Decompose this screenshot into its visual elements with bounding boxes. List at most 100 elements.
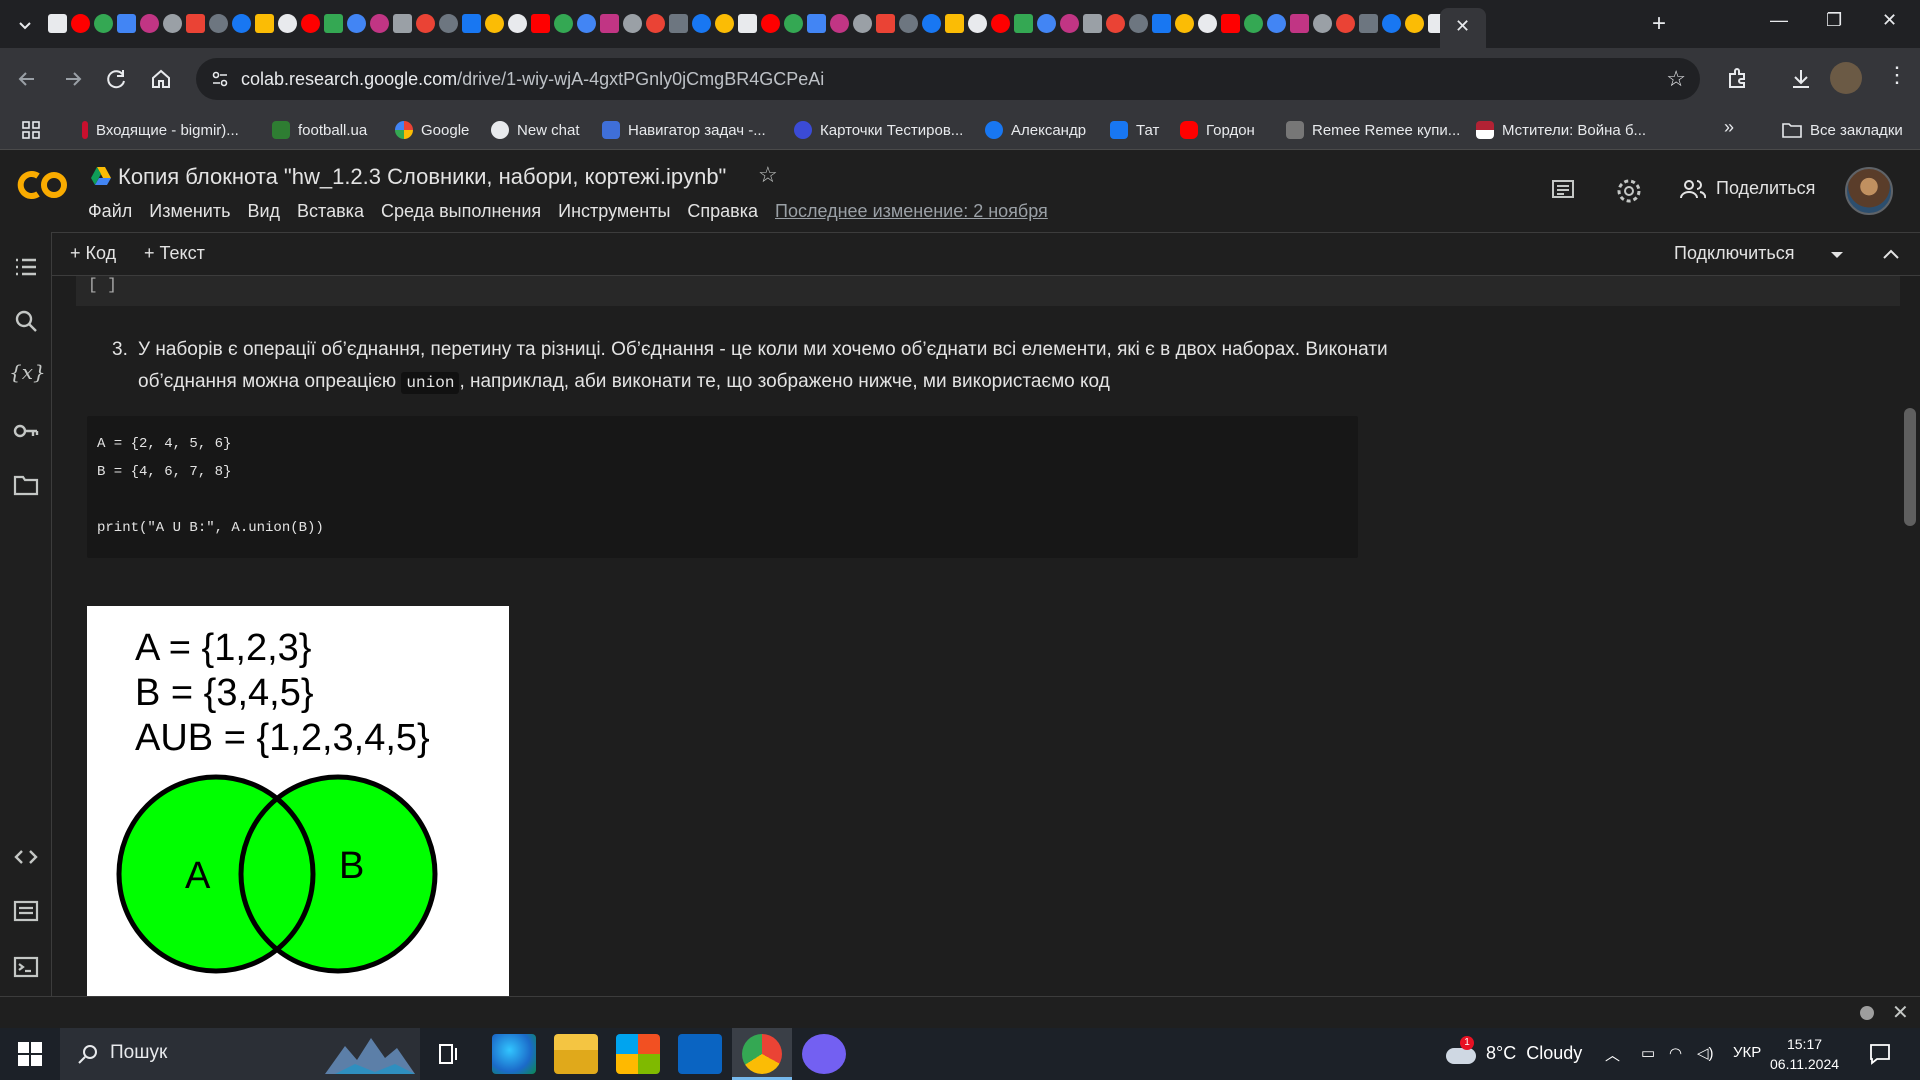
site-info-icon[interactable] — [210, 69, 230, 89]
tab-favicon-icon[interactable] — [991, 14, 1010, 33]
active-tab[interactable]: ✕ — [1440, 8, 1486, 48]
windows-start-icon[interactable] — [18, 1042, 42, 1066]
tab-favicon-icon[interactable] — [1244, 14, 1263, 33]
all-bookmarks[interactable]: Все закладки — [1782, 118, 1903, 142]
tab-favicon-icon[interactable] — [600, 14, 619, 33]
apps-grid-icon[interactable] — [22, 121, 40, 139]
add-code-button[interactable]: + Код — [70, 243, 116, 264]
tab-favicon-icon[interactable] — [1152, 14, 1171, 33]
connect-dropdown-caret-icon[interactable] — [1830, 251, 1844, 259]
tab-favicon-icon[interactable] — [462, 14, 481, 33]
close-tab-icon[interactable]: ✕ — [1455, 16, 1470, 37]
tab-favicon-icon[interactable] — [508, 14, 527, 33]
tab-favicon-icon[interactable] — [876, 14, 895, 33]
status-dot-icon[interactable] — [1860, 1006, 1874, 1020]
tab-favicon-icon[interactable] — [1129, 14, 1148, 33]
bookmark-football[interactable]: football.ua — [272, 118, 367, 142]
tab-favicon-icon[interactable] — [1037, 14, 1056, 33]
menu-kebab-icon[interactable]: ⋮ — [1886, 62, 1908, 88]
forward-icon[interactable] — [60, 66, 86, 92]
download-icon[interactable] — [1788, 66, 1814, 92]
search-icon[interactable] — [13, 308, 39, 334]
tab-favicon-icon[interactable] — [163, 14, 182, 33]
menu-view[interactable]: Вид — [247, 201, 280, 222]
more-bookmarks-chevron-icon[interactable]: » — [1724, 117, 1734, 138]
tab-favicon-icon[interactable] — [416, 14, 435, 33]
notebook-title[interactable]: Копия блокнота "hw_1.2.3 Словники, набор… — [118, 164, 726, 190]
tab-favicon-icon[interactable] — [1382, 14, 1401, 33]
bookmark-gordon[interactable]: Гордон — [1180, 118, 1255, 142]
tab-favicon-icon[interactable] — [715, 14, 734, 33]
tab-favicon-icon[interactable] — [1336, 14, 1355, 33]
tab-favicon-icon[interactable] — [393, 14, 412, 33]
tab-favicon-icon[interactable] — [554, 14, 573, 33]
task-view-icon[interactable] — [436, 1042, 460, 1066]
tab-favicon-icon[interactable] — [1359, 14, 1378, 33]
tab-favicon-icon[interactable] — [1060, 14, 1079, 33]
tab-favicon-icon[interactable] — [94, 14, 113, 33]
star-icon[interactable]: ☆ — [758, 162, 778, 188]
run-indicator[interactable]: [ ] — [88, 276, 117, 294]
close-status-icon[interactable]: ✕ — [1892, 1000, 1909, 1025]
settings-gear-icon[interactable] — [1616, 178, 1642, 204]
wifi-icon[interactable]: ◠ — [1669, 1044, 1682, 1062]
tab-favicon-icon[interactable] — [1175, 14, 1194, 33]
tab-favicon-icon[interactable] — [807, 14, 826, 33]
tab-favicon-icon[interactable] — [71, 14, 90, 33]
tab-favicon-icon[interactable] — [784, 14, 803, 33]
files-folder-icon[interactable] — [13, 472, 39, 498]
tab-favicon-icon[interactable] — [830, 14, 849, 33]
menu-help[interactable]: Справка — [687, 201, 758, 222]
share-button[interactable]: Поделиться — [1680, 178, 1815, 199]
bookmark-new-chat[interactable]: New chat — [491, 118, 580, 142]
tab-favicon-icon[interactable] — [347, 14, 366, 33]
tab-favicon-icon[interactable] — [1290, 14, 1309, 33]
bookmark-navigator[interactable]: Навигатор задач -... — [602, 118, 766, 142]
new-tab-button[interactable]: + — [1652, 10, 1666, 38]
code-snippets-icon[interactable] — [13, 844, 39, 870]
markdown-cell[interactable]: 3. У наборів є операції об’єднання, пере… — [112, 334, 1412, 399]
home-icon[interactable] — [148, 66, 174, 92]
command-palette-icon[interactable] — [13, 898, 39, 924]
menu-runtime[interactable]: Среда выполнения — [381, 201, 541, 222]
bookmark-tat[interactable]: Тат — [1110, 118, 1159, 142]
tab-favicon-icon[interactable] — [761, 14, 780, 33]
outlook-icon[interactable] — [678, 1034, 722, 1074]
close-window-icon[interactable]: ✕ — [1882, 10, 1897, 31]
minimize-icon[interactable]: — — [1770, 10, 1788, 31]
bookmark-star-icon[interactable]: ☆ — [1666, 66, 1686, 92]
tab-favicon-icon[interactable] — [738, 14, 757, 33]
edge-icon[interactable] — [492, 1034, 536, 1074]
notifications-icon[interactable] — [1868, 1042, 1892, 1066]
table-of-contents-icon[interactable] — [13, 254, 39, 280]
tab-favicon-icon[interactable] — [531, 14, 550, 33]
tab-favicon-icon[interactable] — [439, 14, 458, 33]
battery-icon[interactable]: ▭ — [1641, 1044, 1655, 1062]
volume-icon[interactable]: ◁) — [1697, 1044, 1714, 1062]
tab-favicon-icon[interactable] — [1267, 14, 1286, 33]
back-icon[interactable] — [14, 66, 40, 92]
last-edit-link[interactable]: Последнее изменение: 2 ноября — [775, 201, 1048, 222]
tab-favicon-icon[interactable] — [577, 14, 596, 33]
previous-code-cell[interactable]: [ ] — [76, 276, 1900, 306]
profile-avatar[interactable] — [1830, 62, 1862, 94]
tab-favicon-icon[interactable] — [1405, 14, 1424, 33]
add-text-button[interactable]: + Текст — [144, 243, 205, 264]
tab-favicon-icon[interactable] — [324, 14, 343, 33]
show-hidden-icons-chevron-icon[interactable]: ︿ — [1605, 1044, 1620, 1065]
menu-file[interactable]: Файл — [88, 201, 132, 222]
taskbar-search[interactable]: Пошук — [60, 1028, 420, 1080]
google-drive-icon[interactable] — [90, 166, 112, 186]
tab-favicon-icon[interactable] — [623, 14, 642, 33]
tab-favicon-icon[interactable] — [232, 14, 251, 33]
tab-favicon-icon[interactable] — [669, 14, 688, 33]
tab-favicon-icon[interactable] — [1313, 14, 1332, 33]
tab-favicon-icon[interactable] — [1221, 14, 1240, 33]
variables-icon[interactable]: {x} — [9, 360, 46, 386]
weather-widget[interactable]: 1 8°C Cloudy — [1446, 1036, 1582, 1064]
tab-favicon-icon[interactable] — [968, 14, 987, 33]
tab-search-chevron-icon[interactable] — [14, 14, 36, 36]
menu-insert[interactable]: Вставка — [297, 201, 364, 222]
scrollbar-thumb[interactable] — [1904, 408, 1916, 526]
tab-favicon-icon[interactable] — [278, 14, 297, 33]
